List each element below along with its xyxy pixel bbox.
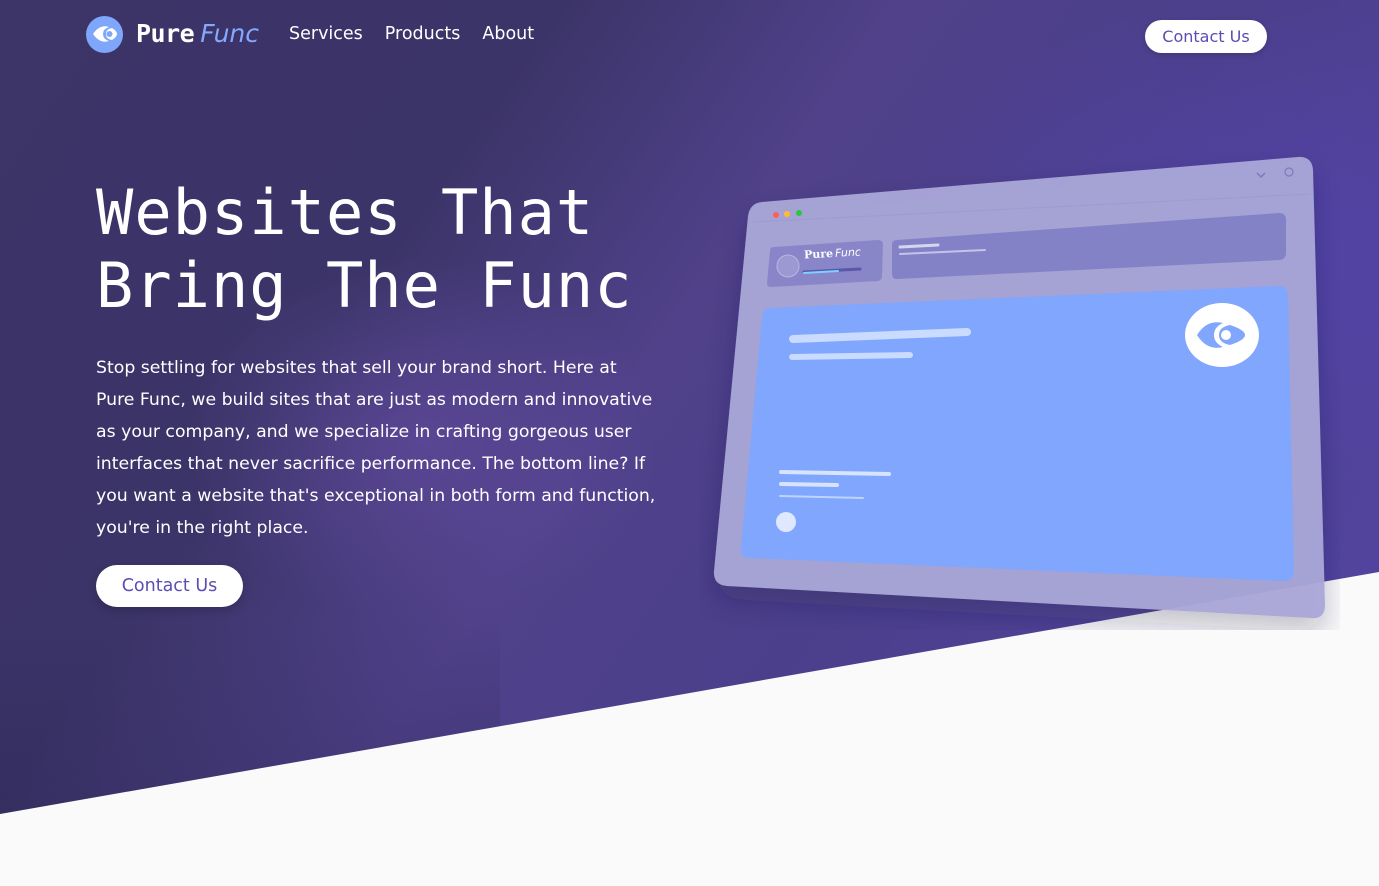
mockup-brand-name-func: Func (834, 245, 862, 260)
mockup-graphic (713, 156, 1325, 619)
hero-headline-line2: Bring The Func (96, 249, 633, 322)
hero-headline-line1: Websites That (96, 176, 595, 249)
main-nav: Services Products About (289, 24, 556, 44)
window-dot-green (796, 210, 802, 216)
nav-contact-button[interactable]: Contact Us (1145, 20, 1267, 53)
window-dot-red (773, 212, 779, 218)
nav-link-products[interactable]: Products (385, 24, 461, 44)
brand-name-func: Func (200, 19, 260, 48)
mockup-brand-name-pure: Pure (803, 246, 834, 262)
nav-link-services[interactable]: Services (289, 24, 363, 44)
window-dot-yellow (784, 211, 790, 217)
hero-intro: Stop settling for websites that sell you… (96, 358, 656, 538)
mockup-dot (776, 512, 796, 532)
hero-headline: Websites That Bring The Func (96, 176, 716, 322)
website-mockup-illustration: PureFunc (700, 150, 1340, 630)
mockup-avatar (776, 254, 800, 278)
brand-name: Pure Func (136, 15, 259, 53)
hero-contact-button[interactable]: Contact Us (96, 565, 243, 607)
eye-icon (86, 15, 123, 53)
brand-name-pure: Pure (136, 19, 195, 48)
nav-link-about[interactable]: About (482, 24, 534, 44)
brand-logo[interactable]: Pure Func (86, 15, 259, 53)
